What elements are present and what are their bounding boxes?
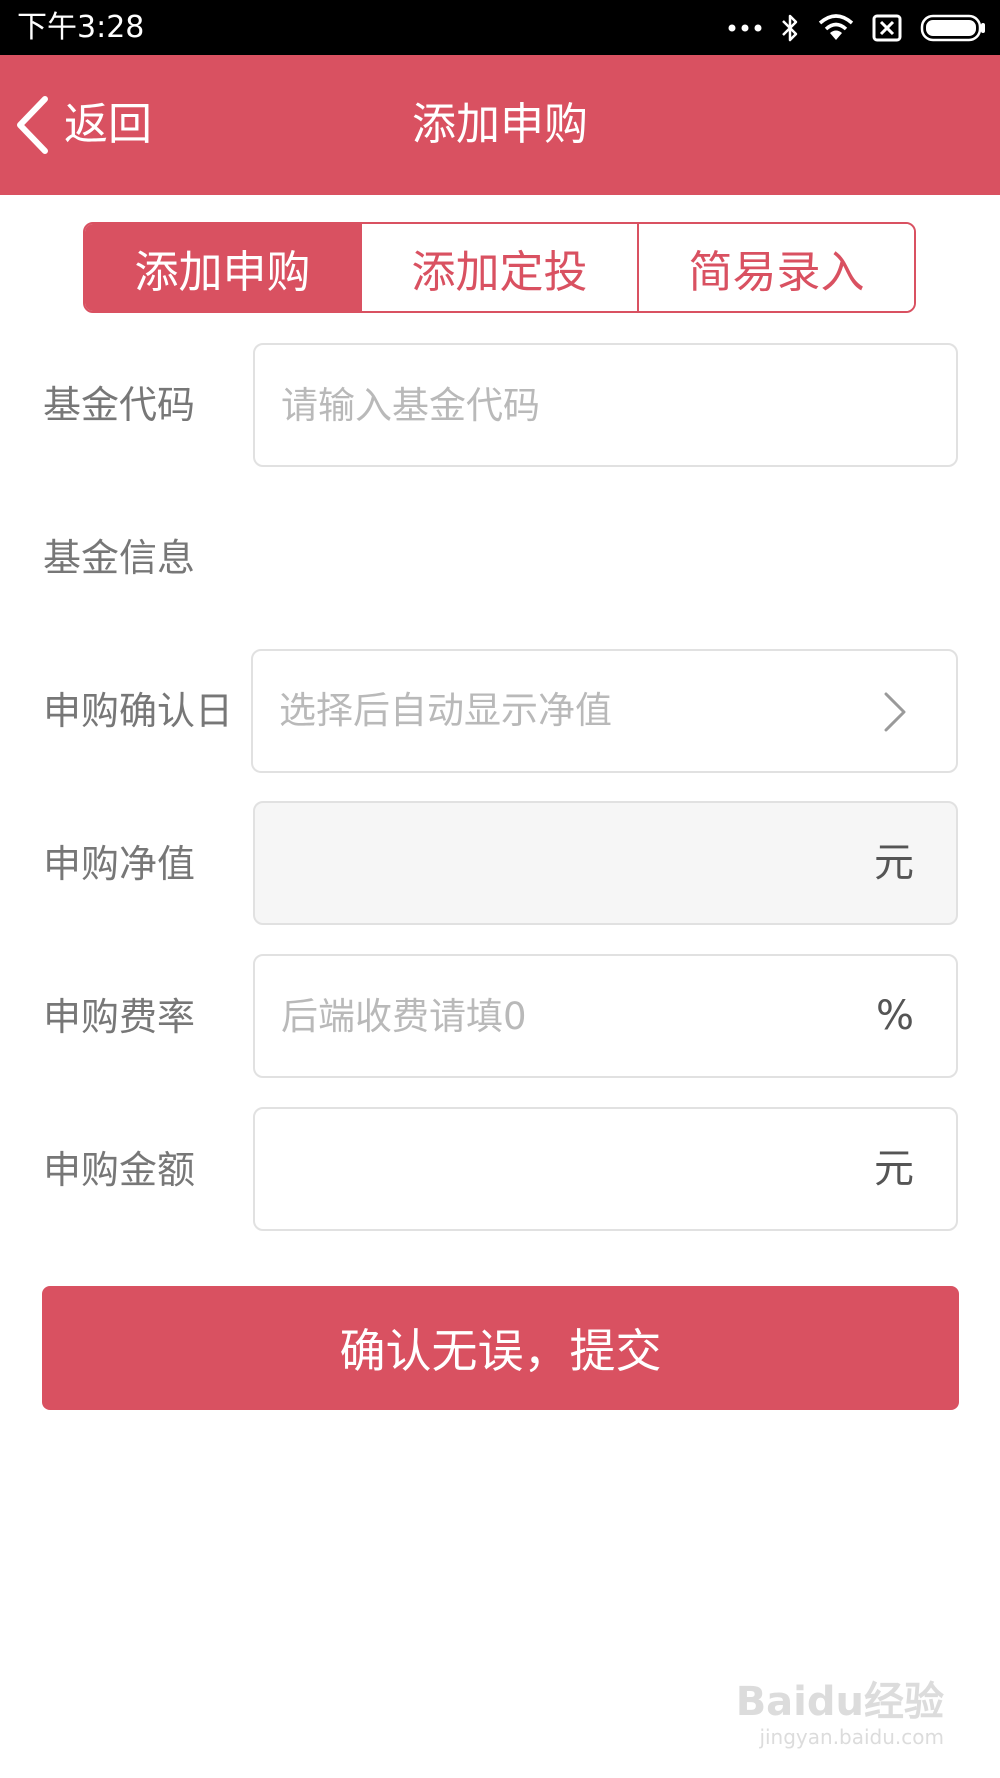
fund-info-label: 基金信息 [43,536,196,580]
submit-button[interactable]: 确认无误，提交 [42,1286,959,1410]
fee-rate-unit: % [875,993,914,1039]
page-title: 添加申购 [412,99,588,150]
status-icons [728,8,986,48]
fee-rate-input[interactable] [281,956,841,1076]
chevron-right-icon [882,691,908,737]
nav-unit: 元 [874,840,914,886]
battery-icon [920,14,986,42]
amount-label: 申购金额 [43,1148,196,1192]
watermark-sub: jingyan.baidu.com [759,1725,944,1749]
confirm-date-label: 申购确认日 [43,689,234,733]
confirm-date-placeholder: 选择后自动显示净值 [279,689,612,732]
tab-add-fixed-investment[interactable]: 添加定投 [360,224,637,311]
amount-field: 元 [253,1107,958,1231]
fund-code-input[interactable] [281,345,841,465]
fee-rate-field: % [253,954,958,1078]
tab-add-subscription[interactable]: 添加申购 [85,224,360,311]
amount-unit: 元 [874,1146,914,1192]
status-bar: 下午3:28 [0,0,1000,55]
watermark-main: Baidu经验 [735,1679,944,1725]
nav-label: 申购净值 [43,842,196,886]
confirm-date-select[interactable]: 选择后自动显示净值 [251,649,958,773]
tab-simple-entry[interactable]: 简易录入 [637,224,914,311]
bluetooth-icon [780,13,800,43]
baidu-watermark: Baidu经验 jingyan.baidu.com [736,1680,944,1750]
more-dots-icon [728,23,762,33]
mode-tabs: 添加申购 添加定投 简易录入 [83,222,916,313]
amount-input[interactable] [281,1109,841,1229]
status-time: 下午3:28 [17,10,145,45]
fund-code-label: 基金代码 [43,383,196,427]
sim-off-icon [872,14,902,42]
fee-rate-label: 申购费率 [43,995,196,1039]
nav-field: 元 [253,801,958,925]
app-header: 返回 添加申购 [0,55,1000,195]
wifi-icon [818,14,854,42]
fund-code-field [253,343,958,467]
